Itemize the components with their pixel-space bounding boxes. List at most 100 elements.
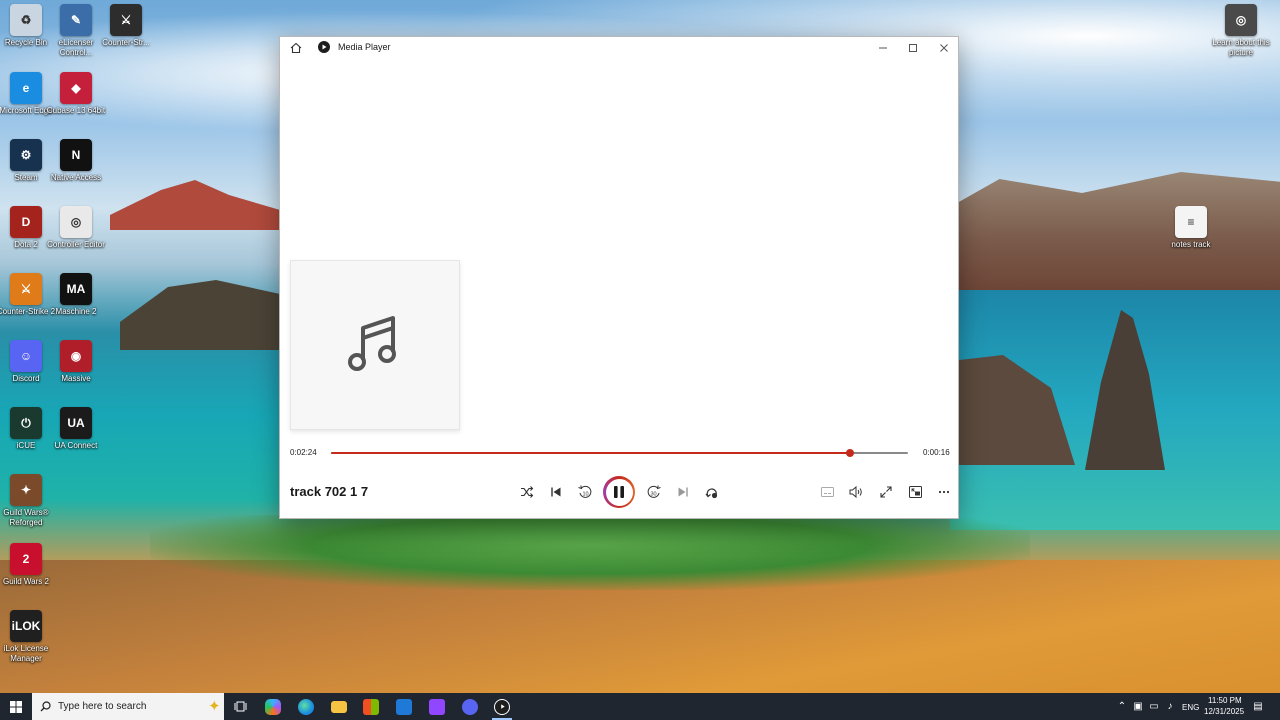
captions-button[interactable]: [816, 482, 838, 502]
desktop-shortcut[interactable]: ≡ notes track: [1165, 206, 1217, 250]
taskbar-store[interactable]: [355, 693, 387, 720]
windows-logo-icon: [10, 700, 22, 713]
desktop-shortcut[interactable]: 2 Guild Wars 2: [0, 543, 52, 587]
repeat-button[interactable]: [701, 482, 723, 502]
current-time: 0:02:24: [290, 448, 317, 457]
taskbar-twitch[interactable]: [421, 693, 453, 720]
recycle-bin-icon: ♻: [10, 4, 42, 36]
skip-back-label: 10: [582, 492, 588, 498]
dota2-icon: D: [10, 206, 42, 238]
speaker-icon[interactable]: ♪: [1164, 700, 1176, 712]
wallpaper-hill: [110, 180, 280, 230]
desktop-shortcut[interactable]: ◎ Learn about this picture: [1212, 4, 1270, 58]
next-icon: [678, 487, 688, 497]
desktop-shortcut[interactable]: ⚙ Steam: [0, 139, 52, 183]
desktop-shortcut[interactable]: ⚔ Counter-Strike 2: [0, 273, 55, 317]
taskbar: Type here to search ✦ ⌃ ▣ ▭ ♪ ENG 11:50 …: [0, 693, 1280, 720]
taskbar-discord[interactable]: [454, 693, 486, 720]
desktop-shortcut-label: Maschine 2: [55, 307, 97, 316]
previous-icon: [551, 487, 561, 497]
volume-icon: [849, 486, 862, 498]
desktop-shortcut[interactable]: iLOK iLok License Manager: [0, 610, 52, 664]
taskbar-copilot[interactable]: [257, 693, 289, 720]
full-screen-button[interactable]: [875, 482, 897, 502]
taskbar-media-player[interactable]: [486, 693, 518, 720]
more-options-button[interactable]: [933, 482, 955, 502]
massive-icon: ◉: [60, 340, 92, 372]
search-icon: [40, 701, 51, 712]
pause-icon: [614, 486, 624, 498]
taskbar-edge[interactable]: [290, 693, 322, 720]
counter-strike-icon: ⚔: [110, 4, 142, 36]
pause-button[interactable]: [603, 476, 635, 508]
desktop-shortcut[interactable]: ☺ Discord: [0, 340, 52, 384]
notifications-icon[interactable]: ▤: [1252, 700, 1264, 712]
wallpaper-vegetation: [150, 515, 1030, 590]
music-note-icon: [348, 316, 396, 371]
media-player-window[interactable]: Media Player 0:02:24 0:00:16 track 702 1…: [279, 36, 959, 519]
shuffle-button[interactable]: [516, 482, 538, 502]
home-icon[interactable]: [288, 40, 304, 56]
usb-icon[interactable]: ▣: [1132, 700, 1144, 712]
task-view-button[interactable]: [224, 693, 256, 720]
desktop-shortcut[interactable]: MA Maschine 2: [50, 273, 102, 317]
desktop-shortcut[interactable]: D Dota 2: [0, 206, 52, 250]
text-file-icon: ≡: [1175, 206, 1207, 238]
desktop-shortcut[interactable]: e Microsoft Edge: [0, 72, 53, 116]
pause-button-face: [605, 478, 633, 506]
ua-connect-icon: UA: [60, 407, 92, 439]
taskbar-file-explorer[interactable]: [323, 693, 355, 720]
network-icon[interactable]: ▭: [1148, 700, 1160, 712]
desktop-shortcut[interactable]: ⚔ Counter-Str...: [100, 4, 152, 48]
media-player-icon: [494, 698, 510, 715]
clock-date[interactable]: 12/31/2025: [1204, 707, 1244, 716]
desktop-shortcut-label: notes track: [1171, 240, 1211, 249]
edge-icon: e: [10, 72, 42, 104]
desktop-shortcut-label: Counter-Str...: [102, 38, 150, 47]
desktop-shortcut[interactable]: ◎ Controller Editor: [47, 206, 105, 250]
more-icon: [938, 490, 950, 494]
skip-back-button[interactable]: 10: [574, 482, 596, 502]
copilot-icon: [265, 698, 281, 715]
discord-icon: ☺: [10, 340, 42, 372]
next-button[interactable]: [672, 482, 694, 502]
title-bar[interactable]: Media Player: [280, 37, 958, 59]
mini-player-button[interactable]: [904, 482, 926, 502]
desktop-shortcut-label: Controller Editor: [47, 240, 105, 249]
search-placeholder: Type here to search: [58, 701, 147, 712]
volume-button[interactable]: [845, 482, 867, 502]
taskbar-mail[interactable]: [388, 693, 420, 720]
previous-button[interactable]: [545, 482, 567, 502]
desktop-shortcut[interactable]: N Native Access: [50, 139, 102, 183]
desktop-shortcut[interactable]: UA UA Connect: [50, 407, 102, 451]
desktop-shortcut[interactable]: ◆ Cubase 13 64bit: [47, 72, 105, 116]
wallpaper-hills: [950, 172, 1280, 305]
wallpaper-island: [120, 280, 280, 350]
seek-bar-thumb[interactable]: [846, 449, 855, 457]
start-button[interactable]: [0, 693, 32, 720]
desktop-shortcut[interactable]: ◉ Massive: [50, 340, 102, 384]
desktop-shortcut[interactable]: ♻ Recycle Bin: [0, 4, 52, 48]
captions-icon: [820, 487, 834, 497]
desktop-shortcut[interactable]: ⏻ iCUE: [0, 407, 52, 451]
maximize-button[interactable]: [898, 37, 928, 59]
desktop-shortcut-label: Native Access: [50, 173, 102, 182]
seek-bar[interactable]: [331, 449, 908, 457]
chevron-up-icon[interactable]: ⌃: [1116, 700, 1128, 712]
desktop-shortcut-label: Massive: [61, 374, 91, 383]
desktop-shortcut[interactable]: ✦ Guild Wars® Reforged: [0, 474, 52, 528]
skip-forward-button[interactable]: 30: [643, 482, 665, 502]
track-title: track 702 1 7: [290, 484, 369, 499]
close-button[interactable]: [929, 37, 959, 59]
search-highlight-icon: ✦: [208, 698, 221, 715]
clock-time[interactable]: 11:50 PM: [1208, 696, 1242, 705]
minimize-button[interactable]: [868, 37, 898, 59]
icue-icon: ⏻: [10, 407, 42, 439]
desktop-shortcut-label: Guild Wars® Reforged: [3, 508, 49, 527]
desktop-shortcut[interactable]: ✎ eLicenser Control...: [50, 4, 102, 58]
mini-player-icon: [908, 486, 922, 498]
desktop-shortcut-label: Guild Wars 2: [3, 577, 49, 586]
window-title: Media Player: [338, 42, 391, 52]
input-language[interactable]: ENG: [1182, 703, 1199, 712]
taskbar-search-box[interactable]: Type here to search ✦: [32, 693, 224, 720]
